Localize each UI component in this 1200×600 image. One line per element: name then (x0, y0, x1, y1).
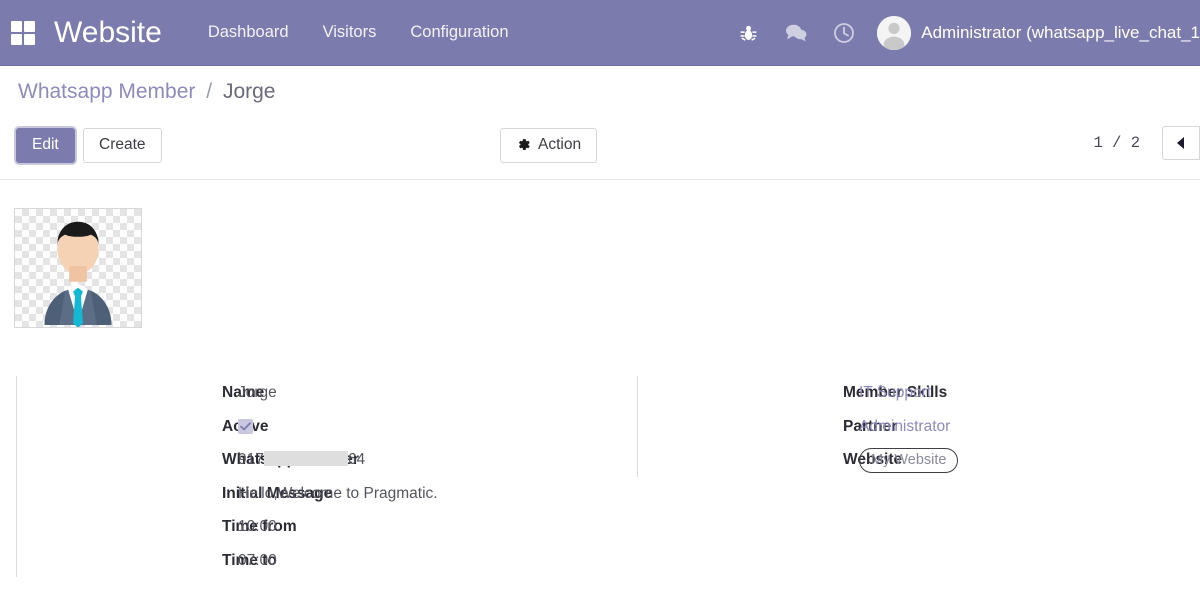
pager: 1 / 2 (1093, 126, 1200, 160)
redaction-bar (263, 451, 348, 466)
field-value-whatsapp-number: 917 64 (223, 443, 438, 477)
form-group-right: Member Skills IT Support Partner Adminis… (637, 376, 959, 477)
form-group-left: Name Jorge Active Whatsapp Number 91764 … (16, 376, 438, 577)
control-panel: Edit Create Action 1 / 2 (0, 126, 1200, 180)
apps-grid-icon[interactable] (8, 18, 38, 48)
group-divider (637, 376, 638, 477)
field-value-website: My Website (844, 443, 959, 477)
avatar[interactable] (14, 208, 142, 328)
action-button[interactable]: Action (500, 128, 598, 163)
top-navbar: Website Dashboard Visitors Configuration (0, 0, 1200, 66)
pager-previous-button[interactable] (1162, 126, 1200, 160)
menu-item-visitors[interactable]: Visitors (323, 23, 377, 42)
phone-prefix: 917 (238, 451, 264, 468)
field-value-active (223, 410, 438, 444)
edit-button[interactable]: Edit (16, 128, 75, 163)
breadcrumb-parent[interactable]: Whatsapp Member (18, 80, 195, 103)
field-value-partner[interactable]: Administrator (844, 410, 958, 444)
field-value-initial-message: Hello,Welcome to Pragmatic. (238, 484, 438, 502)
navbar-menu: Dashboard Visitors Configuration (208, 23, 509, 42)
field-value-time-from: 10:00 (238, 518, 277, 535)
breadcrumb-separator: / (206, 80, 213, 103)
phone-suffix: 64 (347, 451, 366, 468)
group-divider (16, 376, 17, 577)
breadcrumb: Whatsapp Member / Jorge (18, 80, 275, 104)
caret-left-icon (1177, 137, 1184, 149)
menu-item-dashboard[interactable]: Dashboard (208, 23, 289, 42)
app-brand-title[interactable]: Website (54, 16, 162, 50)
field-value-name: Jorge (238, 384, 277, 401)
pager-count: 1 / 2 (1093, 134, 1140, 152)
action-button-label: Action (538, 136, 582, 153)
field-value-member-skills[interactable]: IT Support (844, 376, 958, 410)
user-avatar (877, 15, 912, 50)
gear-icon (516, 137, 531, 152)
user-name-label: Administrator (whatsapp_live_chat_1 (921, 22, 1200, 42)
check-icon (240, 421, 251, 430)
navbar-right: Administrator (whatsapp_live_chat_1 (733, 15, 1200, 50)
field-value-time-to: 07:00 (238, 551, 277, 569)
clock-icon[interactable] (829, 18, 859, 48)
messages-icon[interactable] (781, 18, 811, 48)
active-checkbox[interactable] (238, 418, 253, 434)
create-button[interactable]: Create (83, 128, 162, 163)
user-menu[interactable]: Administrator (whatsapp_live_chat_1 (877, 15, 1200, 50)
website-badge[interactable]: My Website (859, 448, 959, 473)
breadcrumb-current: Jorge (222, 80, 276, 103)
bug-icon[interactable] (733, 18, 763, 48)
menu-item-configuration[interactable]: Configuration (410, 23, 508, 42)
